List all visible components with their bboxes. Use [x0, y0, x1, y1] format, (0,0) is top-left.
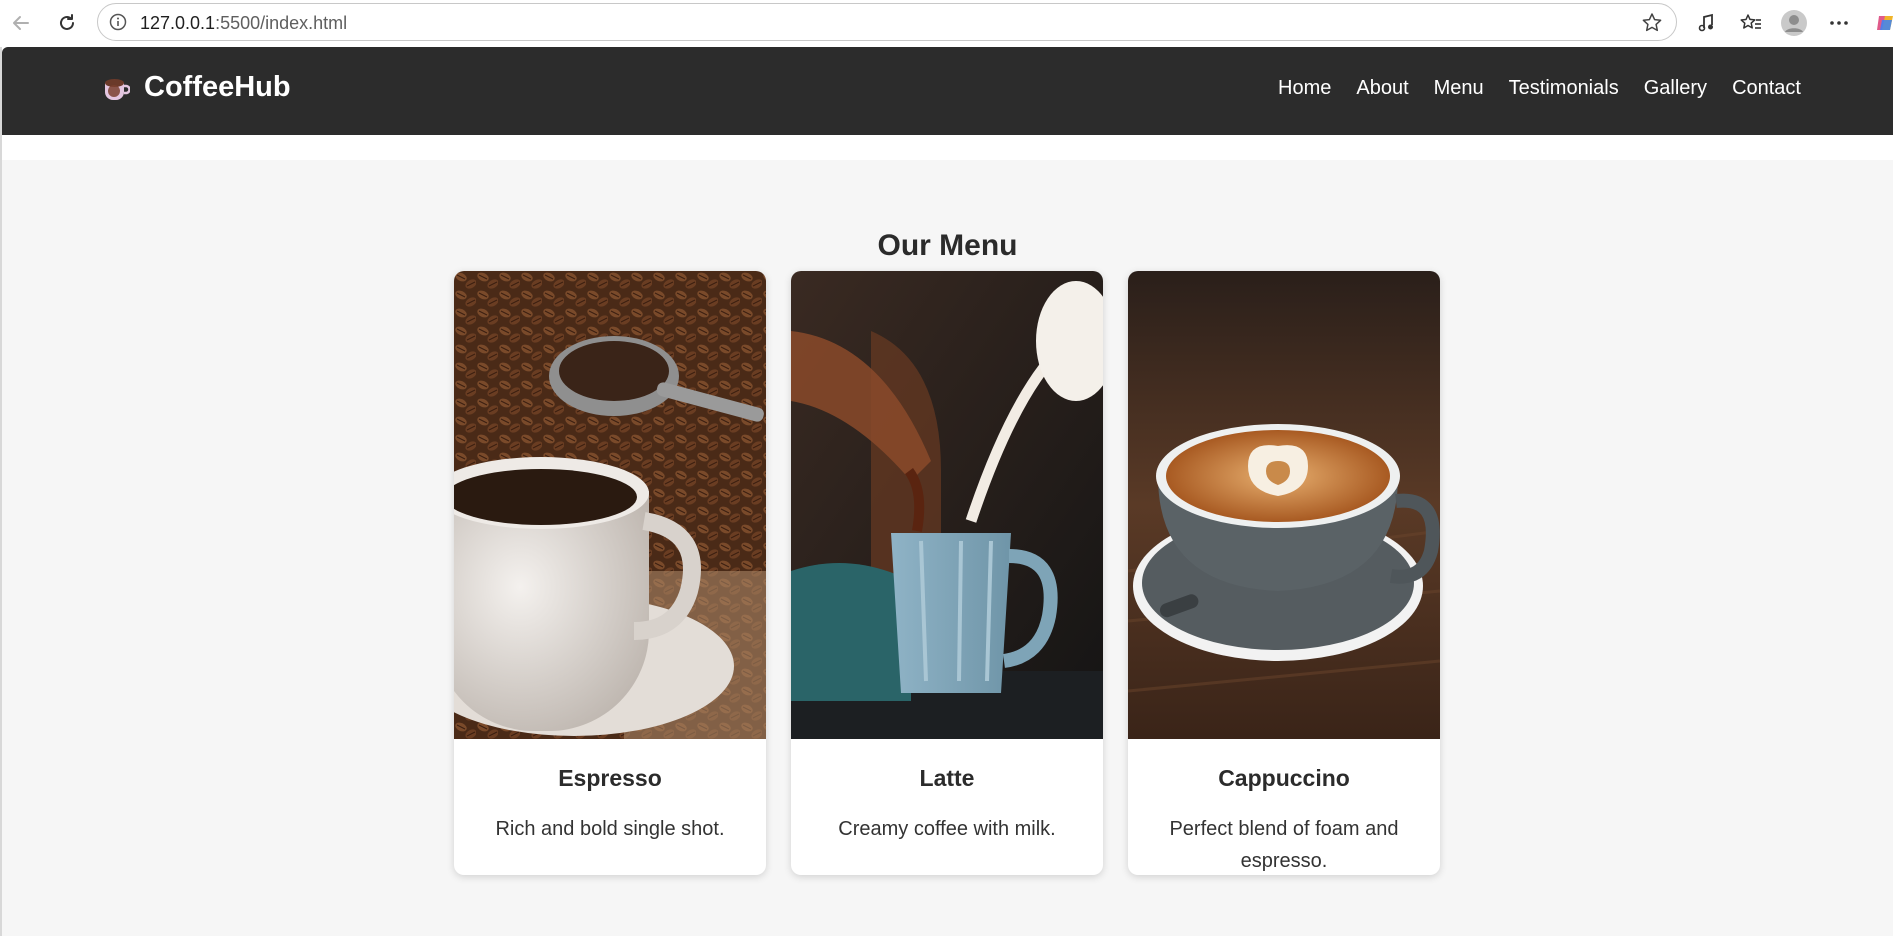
url-path: :5500/index.html — [215, 13, 348, 33]
nav-link-contact[interactable]: Contact — [1732, 77, 1801, 100]
site-header: CoffeeHub Home About Menu Testimonials G… — [2, 47, 1893, 135]
reload-button[interactable] — [52, 8, 82, 38]
more-menu-button[interactable] — [1825, 9, 1853, 37]
menu-item-description: Rich and bold single shot. — [495, 818, 725, 840]
nav-link-home[interactable]: Home — [1278, 77, 1331, 100]
espresso-photo — [454, 271, 766, 739]
url-text[interactable]: 127.0.0.1:5500/index.html — [140, 13, 347, 34]
coffee-cup-icon — [105, 78, 130, 100]
menu-item-description: Perfect blend of foam and espresso. — [1169, 818, 1399, 872]
info-icon[interactable] — [109, 13, 127, 31]
menu-item-title: Cappuccino — [1218, 765, 1350, 791]
page-bottom — [0, 936, 1893, 949]
brand-name: CoffeeHub — [144, 71, 291, 103]
address-bar[interactable]: 127.0.0.1:5500/index.html — [97, 3, 1677, 41]
browser-toolbar: 127.0.0.1:5500/index.html — [0, 0, 1893, 45]
menu-item-title: Latte — [919, 765, 975, 791]
menu-item-description: Creamy coffee with milk. — [838, 818, 1056, 840]
music-note-icon — [1698, 13, 1713, 32]
copilot-icon — [1877, 16, 1893, 30]
reload-icon — [60, 14, 74, 30]
more-dots-icon — [1830, 21, 1848, 25]
back-button[interactable] — [6, 8, 36, 38]
back-arrow-icon — [13, 16, 29, 30]
favorites-button[interactable] — [1737, 9, 1765, 37]
menu-item-title: Espresso — [558, 765, 662, 791]
menu-section: Our Menu Espresso Rich and bold single s… — [2, 160, 1893, 936]
latte-photo — [791, 271, 1103, 739]
media-control-button[interactable] — [1693, 9, 1721, 37]
cappuccino-photo — [1128, 271, 1440, 739]
main-nav: Home About Menu Testimonials Gallery Con… — [1278, 77, 1801, 100]
nav-link-testimonials[interactable]: Testimonials — [1509, 77, 1619, 100]
nav-link-gallery[interactable]: Gallery — [1644, 77, 1707, 100]
brand-logo[interactable]: CoffeeHub — [102, 71, 291, 104]
menu-card-espresso: Espresso Rich and bold single shot. — [454, 271, 766, 875]
menu-card-cappuccino: Cappuccino Perfect blend of foam and esp… — [1128, 271, 1440, 875]
nav-link-about[interactable]: About — [1356, 77, 1408, 100]
url-host: 127.0.0.1 — [140, 13, 216, 33]
menu-card-latte: Latte Creamy coffee with milk. — [791, 271, 1103, 875]
copilot-button[interactable] — [1872, 9, 1893, 37]
avatar-icon — [1781, 10, 1807, 36]
profile-button[interactable] — [1780, 9, 1808, 37]
nav-link-menu[interactable]: Menu — [1434, 77, 1484, 100]
favorites-list-icon — [1740, 14, 1761, 29]
favorite-star-icon[interactable] — [1640, 11, 1664, 35]
section-title: Our Menu — [877, 229, 1018, 262]
